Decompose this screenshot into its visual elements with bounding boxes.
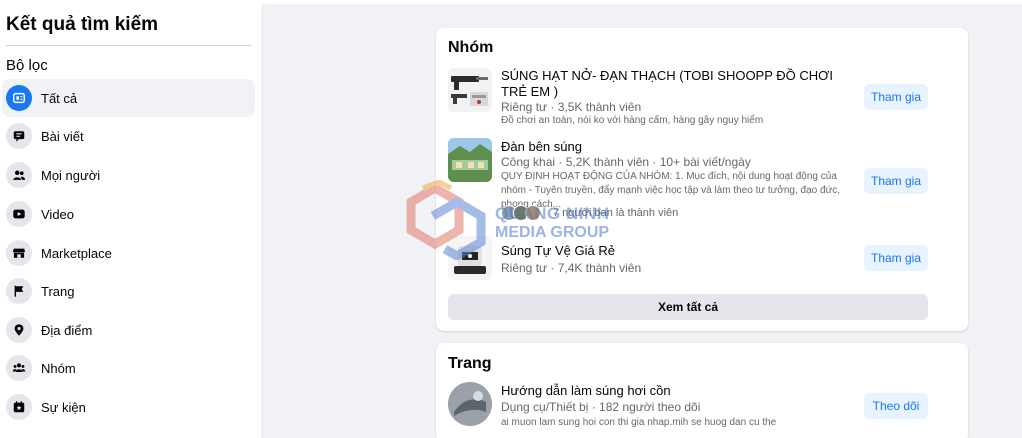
- join-button[interactable]: Tham gia: [864, 168, 928, 194]
- top-strip: [261, 0, 1022, 4]
- page-meta: Dụng cụ/Thiết bị · 182 người theo dõi: [501, 400, 701, 414]
- sidebar-item-label: Mọi người: [41, 167, 101, 183]
- see-all-button[interactable]: Xem tất cả: [448, 294, 928, 320]
- sidebar-item-posts[interactable]: Bài viết: [2, 117, 255, 155]
- sidebar-item-label: Bài viết: [41, 128, 84, 144]
- join-button[interactable]: Tham gia: [864, 84, 928, 110]
- group-thumbnail[interactable]: [448, 138, 492, 182]
- sidebar-item-video[interactable]: Video: [2, 195, 255, 233]
- sidebar-item-label: Sự kiện: [41, 399, 86, 415]
- sidebar-title: Kết quả tìm kiếm: [6, 14, 159, 35]
- calendar-star-icon: [6, 394, 32, 420]
- page-name[interactable]: Hướng dẫn làm súng hơi cồn: [501, 383, 846, 399]
- groups-card-title: Nhóm: [448, 39, 494, 56]
- sidebar-item-label: Video: [41, 206, 75, 222]
- sidebar-item-label: Marketplace: [41, 245, 112, 261]
- group-name[interactable]: SÚNG HẠT NỞ- ĐẠN THẠCH (TOBI SHOOPP ĐỒ C…: [501, 68, 846, 100]
- group-description: QUY ĐỊNH HOẠT ĐỘNG CỦA NHÓM: 1. Mục đích…: [501, 171, 841, 210]
- follow-button[interactable]: Theo dõi: [864, 393, 928, 419]
- people-icon: [6, 162, 32, 188]
- divider: [6, 45, 251, 46]
- pages-card-title: Trang: [448, 355, 492, 372]
- marketplace-icon: [6, 240, 32, 266]
- group-meta: Riêng tư · 3,5K thành viên: [501, 100, 642, 114]
- page-thumbnail[interactable]: [448, 382, 492, 426]
- sidebar-item-label: Địa điểm: [41, 322, 93, 338]
- friends-members: 7 người bạn là thành viên: [553, 207, 679, 219]
- group-name[interactable]: Súng Tự Vệ Giá Rẻ: [501, 243, 846, 259]
- filter-sidebar: Kết quả tìm kiếm Bộ lọc Tất cả Bài viết …: [0, 0, 261, 438]
- group-meta: Công khai · 5,2K thành viên · 10+ bài vi…: [501, 155, 751, 169]
- groups-card: Nhóm SÚNG HẠT NỞ- ĐẠN THẠCH (TOBI SHOOPP…: [436, 28, 968, 331]
- filter-heading: Bộ lọc: [6, 57, 48, 74]
- sidebar-item-label: Nhóm: [41, 360, 76, 376]
- posts-icon: [6, 123, 32, 149]
- group-meta: Riêng tư · 7,4K thành viên: [501, 261, 642, 275]
- location-pin-icon: [6, 317, 32, 343]
- sidebar-item-label: Tất cả: [41, 90, 78, 106]
- group-thumbnail[interactable]: [448, 68, 492, 112]
- page-description: ai muon lam sung hoi con thi gia nhap.mi…: [501, 417, 777, 428]
- friend-avatars: [501, 205, 541, 221]
- feed-icon: [6, 85, 32, 111]
- sidebar-item-label: Trang: [41, 283, 75, 299]
- avatar: [525, 205, 541, 221]
- flag-icon: [6, 278, 32, 304]
- groups-icon: [6, 355, 32, 381]
- video-icon: [6, 201, 32, 227]
- sidebar-item-events[interactable]: Sự kiện: [2, 388, 255, 426]
- sidebar-item-all[interactable]: Tất cả: [2, 79, 255, 117]
- sidebar-item-pages[interactable]: Trang: [2, 272, 255, 310]
- sidebar-item-people[interactable]: Mọi người: [2, 156, 255, 194]
- sidebar-item-marketplace[interactable]: Marketplace: [2, 234, 255, 272]
- sidebar-item-groups[interactable]: Nhóm: [2, 349, 255, 387]
- sidebar-item-places[interactable]: Địa điểm: [2, 311, 255, 349]
- group-name[interactable]: Đàn bên súng: [501, 139, 846, 155]
- group-description: Đồ chơi an toàn, nói ko với hàng cấm, hà…: [501, 115, 764, 126]
- join-button[interactable]: Tham gia: [864, 245, 928, 271]
- group-thumbnail[interactable]: [448, 236, 492, 280]
- pages-card: Trang Hướng dẫn làm súng hơi cồn Dụng cụ…: [436, 343, 968, 438]
